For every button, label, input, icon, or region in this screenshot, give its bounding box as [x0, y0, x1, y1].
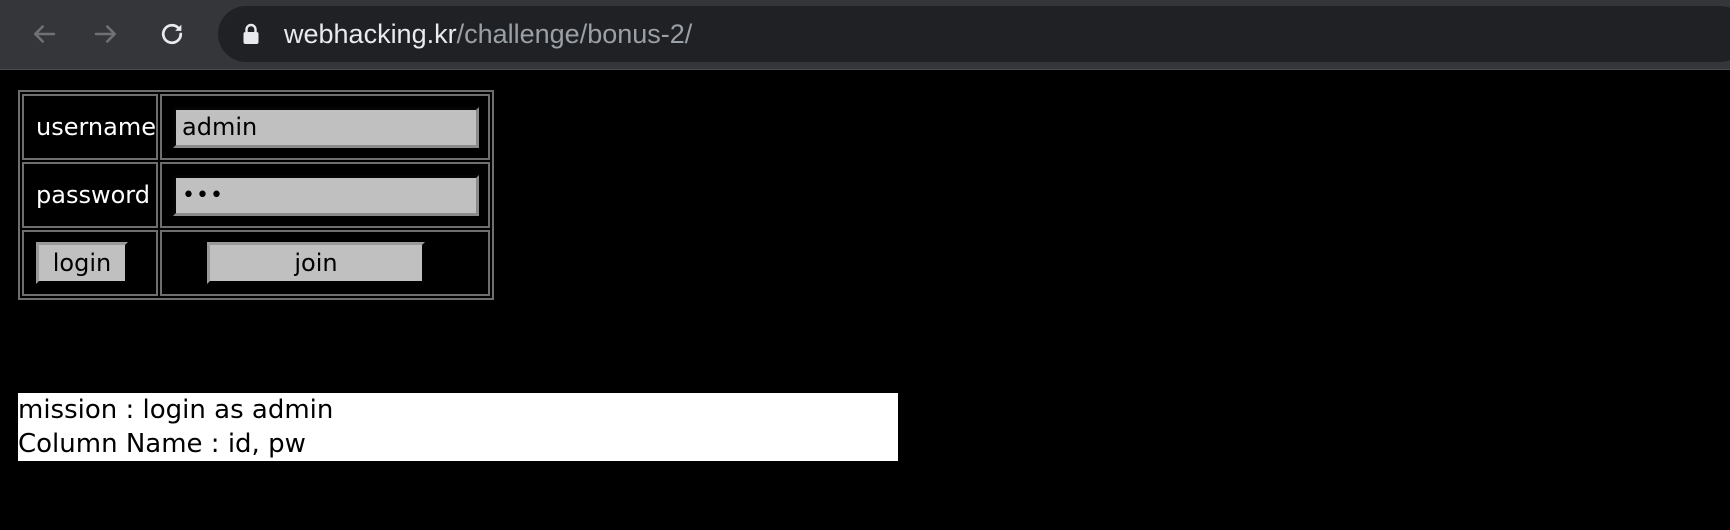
password-row: password ••• — [22, 162, 490, 228]
password-label: password — [36, 181, 150, 209]
url-text[interactable]: webhacking.kr/challenge/bonus-2/ — [284, 6, 692, 62]
login-form-table: username admin password ••• login join — [18, 90, 494, 300]
login-button[interactable]: login — [36, 242, 128, 284]
mission-info-box: mission : login as admin Column Name : i… — [18, 393, 898, 461]
reload-icon — [161, 23, 183, 45]
username-value: admin — [182, 113, 258, 141]
back-button[interactable] — [24, 14, 64, 54]
mission-text: mission : login as admin — [18, 395, 334, 425]
url-path: /challenge/bonus-2/ — [456, 19, 693, 49]
buttons-row: login join — [22, 230, 490, 296]
url-host: webhacking.kr — [284, 19, 457, 49]
browser-toolbar: webhacking.kr/challenge/bonus-2/ — [0, 0, 1730, 70]
arrow-left-icon — [34, 25, 56, 43]
username-input-cell: admin — [160, 94, 490, 160]
password-input[interactable]: ••• — [173, 174, 479, 216]
password-input-cell: ••• — [160, 162, 490, 228]
password-masked-value: ••• — [182, 182, 224, 208]
column-name-text: Column Name : id, pw — [18, 429, 306, 459]
reload-button[interactable] — [152, 14, 192, 54]
forward-button[interactable] — [86, 14, 126, 54]
arrow-right-icon — [94, 25, 116, 43]
lock-icon — [243, 23, 259, 44]
username-input[interactable]: admin — [173, 106, 479, 148]
username-label: username — [36, 113, 156, 141]
join-button[interactable]: join — [207, 242, 425, 284]
password-label-cell: password — [22, 162, 158, 228]
address-bar[interactable]: webhacking.kr/challenge/bonus-2/ — [218, 6, 1730, 62]
join-button-cell: join — [160, 230, 490, 296]
login-button-cell: login — [22, 230, 158, 296]
username-row: username admin — [22, 94, 490, 160]
username-label-cell: username — [22, 94, 158, 160]
